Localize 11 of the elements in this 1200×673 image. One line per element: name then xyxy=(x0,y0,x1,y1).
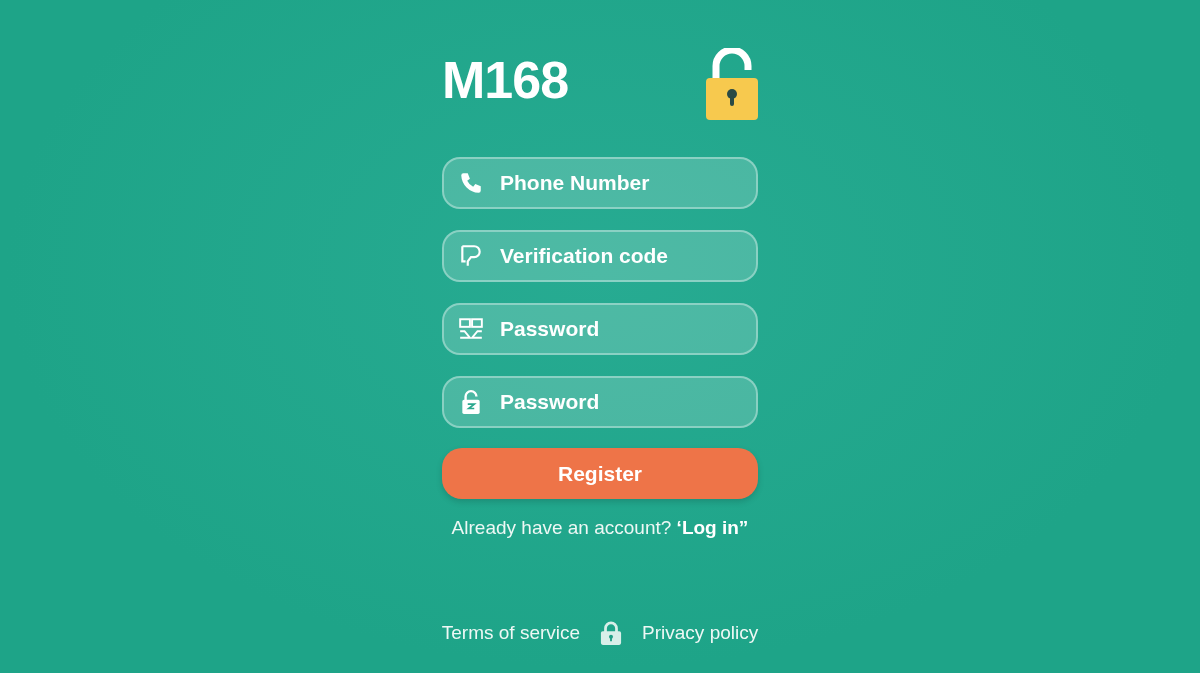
privacy-link[interactable]: Privacy policy xyxy=(642,622,759,644)
login-link[interactable]: ‘Log in” xyxy=(676,517,749,538)
lock-icon xyxy=(600,621,623,645)
padlock-icon xyxy=(706,48,758,120)
message-icon xyxy=(458,243,484,269)
login-prompt: Already have an account? ‘Log in” xyxy=(450,517,750,539)
terms-link[interactable]: Terms of service xyxy=(441,622,581,644)
phone-icon xyxy=(458,170,484,196)
register-button[interactable]: Register xyxy=(442,448,758,499)
grid-icon xyxy=(458,316,484,342)
logo: M168 xyxy=(442,52,569,108)
